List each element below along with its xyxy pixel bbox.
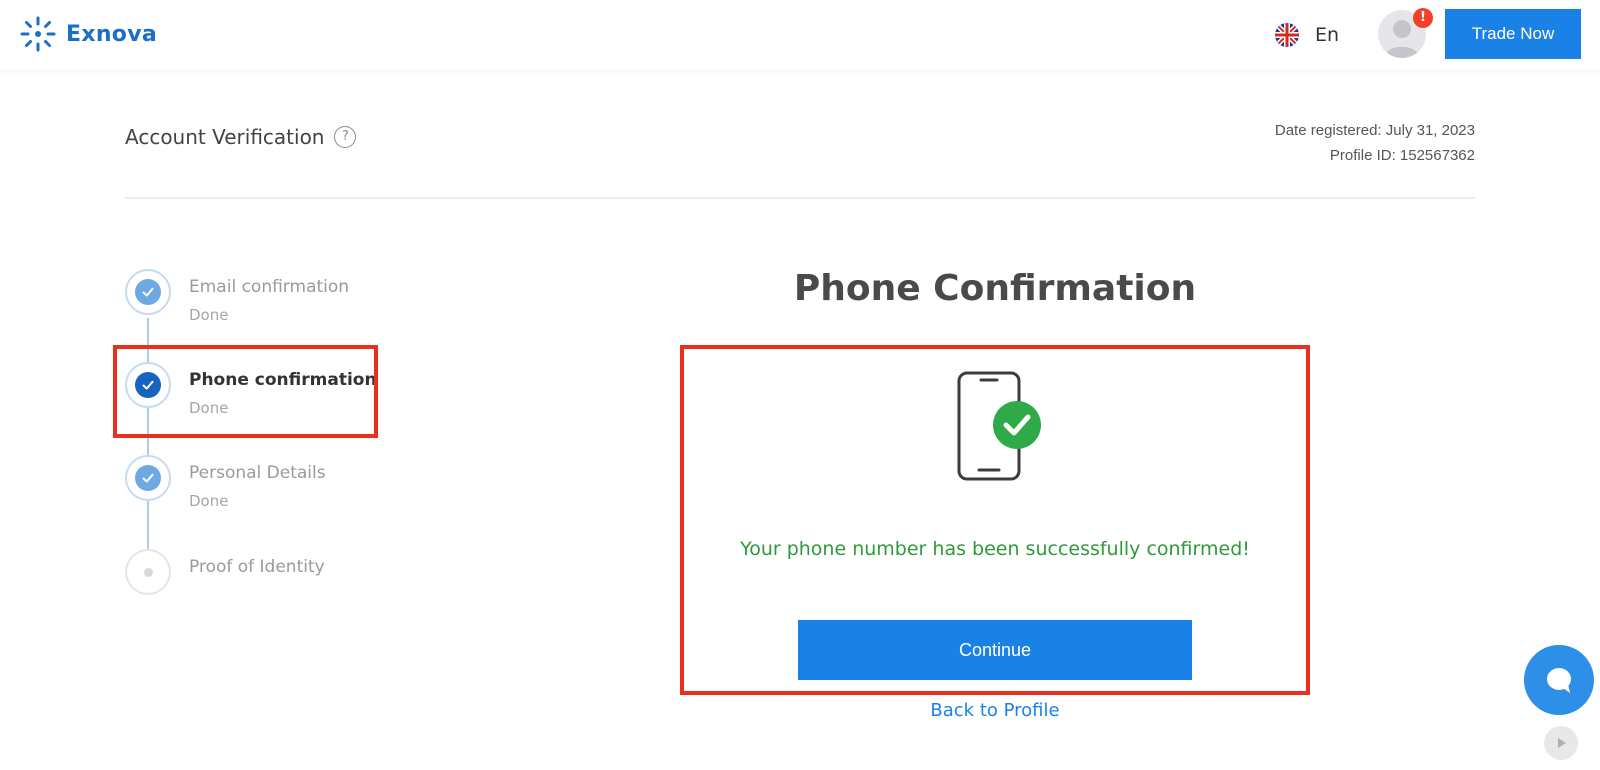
registration-info: Date registered: July 31, 2023 Profile I… (1275, 118, 1475, 168)
exnova-logo-icon (20, 16, 56, 52)
alert-badge: ! (1413, 8, 1433, 28)
step-status: Done (189, 492, 229, 510)
step-email-confirmation[interactable]: Email confirmation Done (125, 269, 445, 339)
back-to-profile-link[interactable]: Back to Profile (680, 700, 1310, 721)
success-message: Your phone number has been successfully … (740, 538, 1250, 560)
step-proof-of-identity[interactable]: Proof of Identity (125, 549, 445, 619)
page-title: Account Verification (125, 125, 325, 149)
chat-button[interactable] (1524, 645, 1594, 715)
step-circle (125, 549, 171, 595)
step-label: Personal Details (189, 463, 326, 483)
page-title-row: Account Verification ? (125, 125, 357, 149)
step-label: Proof of Identity (189, 557, 325, 577)
step-circle (125, 269, 171, 315)
step-label: Email confirmation (189, 277, 350, 297)
step-circle (125, 455, 171, 501)
pending-dot-icon (143, 567, 153, 577)
top-bar: Exnova En ! Trade Now (0, 0, 1600, 70)
play-button[interactable] (1544, 726, 1578, 760)
language-label: En (1315, 24, 1340, 46)
uk-flag-icon (1275, 23, 1299, 47)
check-icon (135, 465, 161, 491)
check-icon (135, 279, 161, 305)
play-icon (1558, 738, 1566, 748)
trade-now-button[interactable]: Trade Now (1445, 9, 1581, 59)
date-registered: Date registered: July 31, 2023 (1274, 122, 1475, 139)
step-personal-details[interactable]: Personal Details Done (125, 455, 445, 525)
chat-bubble-icon (1547, 668, 1571, 693)
continue-button[interactable]: Continue (798, 620, 1192, 680)
header-divider (125, 197, 1475, 199)
language-selector[interactable]: En (1275, 20, 1339, 50)
phone-check-icon (957, 371, 1041, 481)
brand-name: Exnova (66, 21, 157, 47)
help-icon[interactable]: ? (334, 126, 357, 148)
highlight-frame-step (113, 345, 378, 438)
main-title: Phone Confirmation (793, 268, 1197, 309)
step-status: Done (189, 306, 229, 324)
exnova-logo[interactable]: Exnova (20, 14, 157, 54)
profile-id: Profile ID: 152567362 (1329, 147, 1475, 164)
